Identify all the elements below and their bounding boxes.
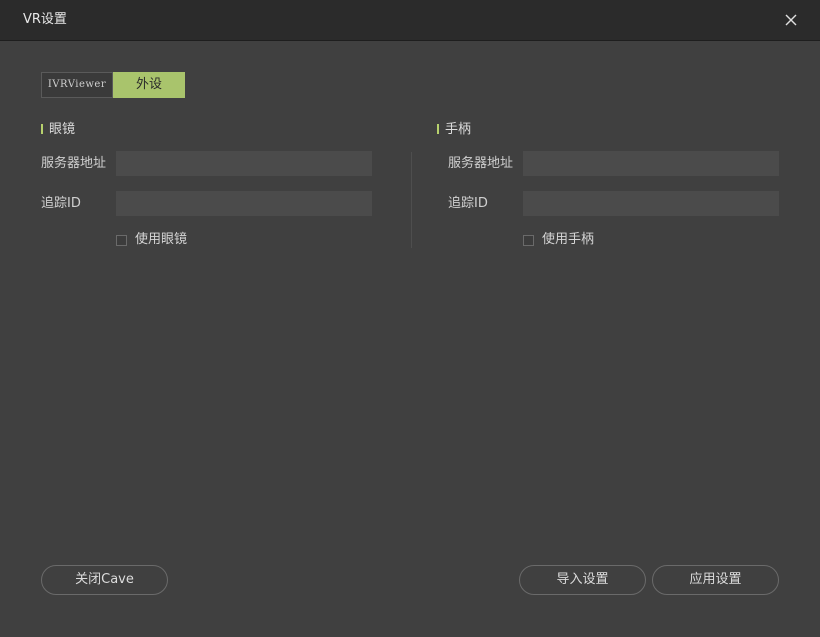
controller-title-text: 手柄 (445, 122, 472, 137)
section-divider (411, 152, 412, 248)
controller-track-input[interactable] (523, 191, 779, 216)
use-controller-checkbox[interactable] (523, 234, 534, 246)
controller-track-label: 追踪ID (448, 196, 488, 211)
apply-settings-button[interactable]: 应用设置 (652, 565, 779, 595)
section-marker (41, 124, 43, 134)
tab-bar: IVRViewer 外设 (41, 72, 185, 98)
window-title: VR设置 (23, 12, 67, 27)
use-glasses-checkbox[interactable] (116, 234, 127, 246)
import-settings-button[interactable]: 导入设置 (519, 565, 646, 595)
glasses-track-label: 追踪ID (41, 196, 81, 211)
glasses-title-text: 眼镜 (49, 122, 76, 137)
controller-server-label: 服务器地址 (448, 156, 514, 171)
glasses-track-input[interactable] (116, 191, 372, 216)
use-glasses-label: 使用眼镜 (135, 232, 188, 247)
tab-peripherals[interactable]: 外设 (113, 72, 185, 98)
title-bar: VR设置 (0, 0, 820, 41)
use-glasses-checkbox-row[interactable]: 使用眼镜 (116, 232, 187, 248)
close-button[interactable] (782, 11, 800, 29)
tab-ivrviewer[interactable]: IVRViewer (41, 72, 113, 98)
use-controller-label: 使用手柄 (542, 232, 595, 247)
glasses-server-label: 服务器地址 (41, 156, 107, 171)
controller-server-input[interactable] (523, 151, 779, 176)
glasses-section-title: 眼镜 (41, 123, 75, 137)
close-icon (785, 14, 797, 26)
section-marker (437, 124, 439, 134)
glasses-server-input[interactable] (116, 151, 372, 176)
controller-section-title: 手柄 (437, 123, 471, 137)
use-controller-checkbox-row[interactable]: 使用手柄 (523, 232, 594, 248)
close-cave-button[interactable]: 关闭Cave (41, 565, 168, 595)
